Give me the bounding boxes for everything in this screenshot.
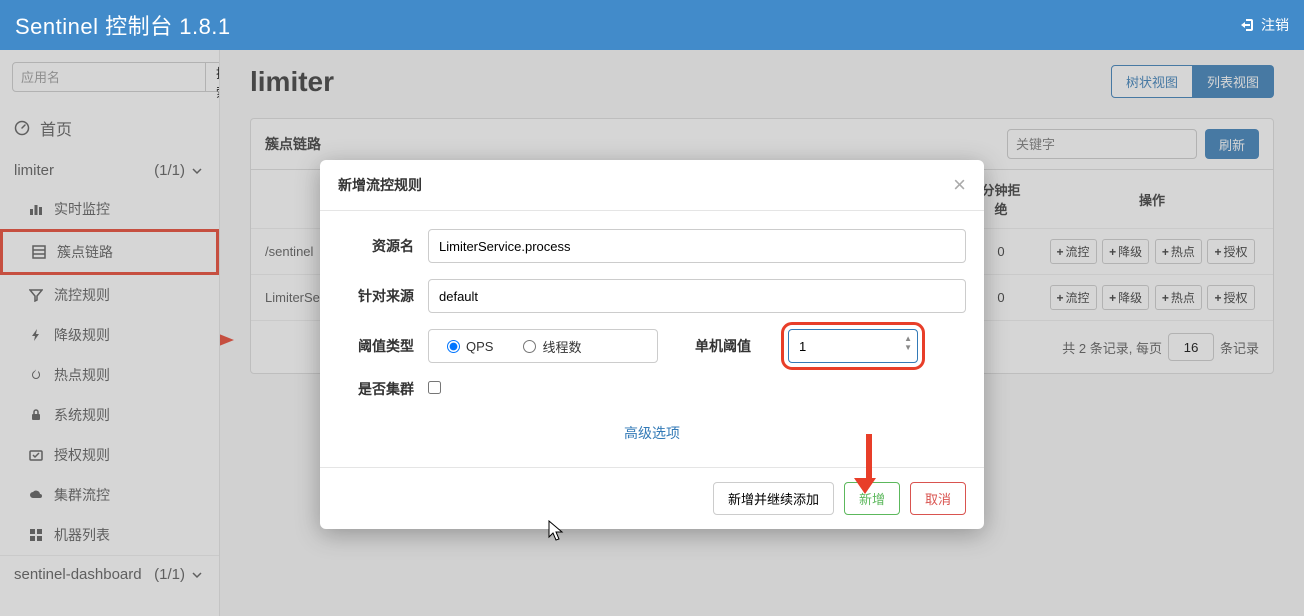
add-button[interactable]: 新增 [844,482,900,515]
threshold-input[interactable] [788,329,918,363]
radio-thread-input[interactable] [523,340,536,353]
logout-icon [1240,17,1256,33]
app-title: Sentinel 控制台 1.8.1 [15,9,231,41]
logout-label: 注销 [1261,15,1289,35]
modal-close-button[interactable]: × [953,174,966,196]
number-spinner[interactable]: ▲ ▼ [904,335,912,352]
cluster-checkbox[interactable] [428,381,441,394]
label-type: 阈值类型 [338,336,428,356]
source-input[interactable] [428,279,966,313]
close-icon: × [953,172,966,197]
radio-qps[interactable]: QPS [447,339,493,354]
resource-input[interactable] [428,229,966,263]
radio-thread[interactable]: 线程数 [523,337,581,356]
label-resource: 资源名 [338,236,428,256]
advanced-options-link[interactable]: 高级选项 [338,415,966,457]
chevron-up-icon: ▲ [904,335,912,343]
cancel-button[interactable]: 取消 [910,482,966,515]
label-source: 针对来源 [338,286,428,306]
modal-title: 新增流控规则 [338,175,422,195]
add-continue-button[interactable]: 新增并继续添加 [713,482,834,515]
radio-qps-input[interactable] [447,340,460,353]
flow-rule-modal: 新增流控规则 × 资源名 针对来源 阈值类型 QPS 线程数 单机阈值 ▲ ▼ [320,160,984,529]
threshold-input-wrap: ▲ ▼ [788,329,918,363]
chevron-down-icon: ▼ [904,344,912,352]
app-header: Sentinel 控制台 1.8.1 注销 [0,0,1304,50]
label-cluster: 是否集群 [338,379,428,399]
logout-link[interactable]: 注销 [1240,15,1289,35]
label-threshold: 单机阈值 [658,336,788,356]
threshold-type-group: QPS 线程数 [428,329,658,363]
